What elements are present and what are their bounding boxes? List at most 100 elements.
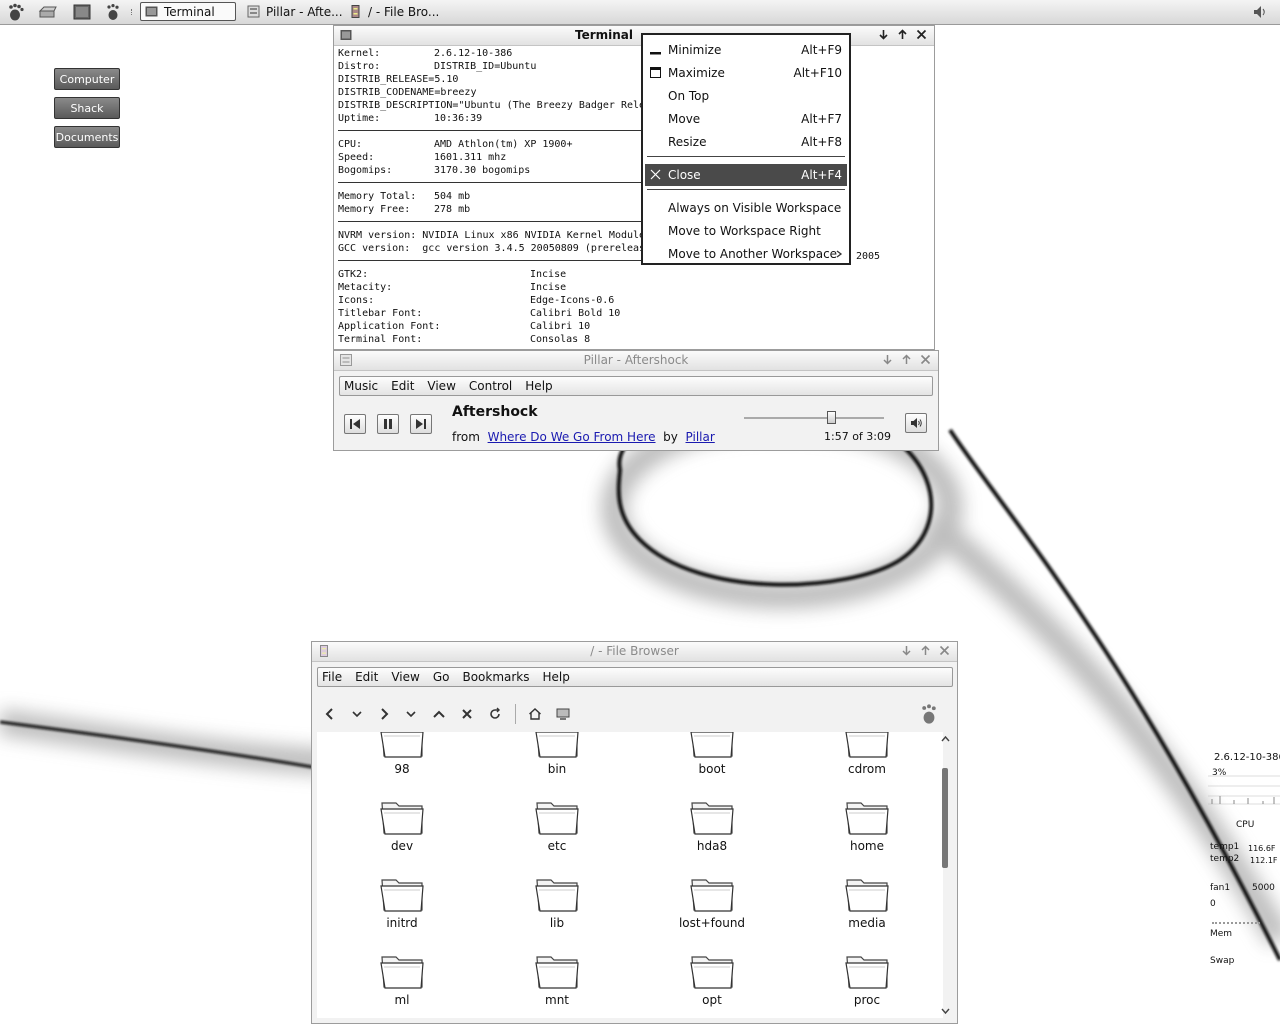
maximize-icon[interactable] — [900, 353, 913, 366]
menu-help[interactable]: Help — [543, 670, 570, 684]
minimize-icon[interactable] — [877, 28, 890, 41]
folder-label: etc — [547, 839, 567, 853]
menu-item-on-top[interactable]: On Top — [645, 85, 847, 107]
terminal-icon — [145, 6, 158, 17]
computer-icon[interactable] — [555, 706, 571, 722]
menu-item-move-to-workspace-right[interactable]: Move to Workspace Right — [645, 220, 847, 242]
back-icon[interactable] — [322, 706, 338, 722]
file-browser-titlebar[interactable]: / - File Browser — [312, 642, 957, 662]
folder-item[interactable]: proc — [807, 951, 927, 1007]
reload-icon[interactable] — [487, 706, 503, 722]
folder-item[interactable]: ml — [342, 951, 462, 1007]
icon-view[interactable]: 98 bin boot cdrom dev etc hda8 home initrd lib los… — [317, 732, 943, 1018]
forward-history-icon[interactable] — [403, 706, 419, 722]
scroll-up-icon[interactable] — [940, 734, 951, 743]
drive-icon[interactable] — [38, 2, 58, 22]
scroll-down-icon[interactable] — [940, 1007, 951, 1016]
folder-item[interactable]: 98 — [342, 732, 462, 776]
stop-icon[interactable] — [459, 706, 475, 722]
terminal-line: Memory Free: 278 mb — [338, 203, 470, 216]
desktop-button-computer[interactable]: Computer — [54, 68, 120, 90]
folder-item[interactable]: media — [807, 874, 927, 930]
menu-edit[interactable]: Edit — [391, 379, 414, 393]
desktop-button-documents[interactable]: Documents — [54, 126, 120, 148]
seek-slider[interactable] — [744, 411, 884, 424]
close-icon[interactable] — [919, 353, 932, 366]
task-rhythmbox[interactable]: Pillar - Afte... — [243, 2, 343, 21]
forward-icon[interactable] — [376, 706, 392, 722]
maximize-icon[interactable] — [896, 28, 909, 41]
terminal-launcher-icon[interactable] — [72, 2, 92, 22]
vertical-scrollbar[interactable] — [940, 734, 951, 1016]
player-titlebar[interactable]: Pillar - Aftershock — [334, 351, 938, 371]
menu-view[interactable]: View — [391, 670, 419, 684]
seek-thumb[interactable] — [826, 411, 836, 424]
folder-icon — [380, 879, 424, 912]
maximize-icon[interactable] — [919, 644, 932, 657]
menu-music[interactable]: Music — [344, 379, 378, 393]
gnome-foot-icon[interactable] — [103, 2, 123, 22]
volume-button[interactable] — [905, 413, 927, 433]
menu-control[interactable]: Control — [469, 379, 512, 393]
menu-item-move-to-another-workspace[interactable]: Move to Another Workspace — [645, 243, 847, 265]
task-label: / - File Bro... — [368, 4, 440, 19]
folder-item[interactable]: cdrom — [807, 732, 927, 776]
folder-item[interactable]: mnt — [497, 951, 617, 1007]
next-button[interactable] — [410, 414, 432, 434]
close-icon[interactable] — [915, 28, 928, 41]
terminal-value: Consolas 8 — [530, 334, 591, 345]
folder-item[interactable]: bin — [497, 732, 617, 776]
desktop-button-shack[interactable]: Shack — [54, 97, 120, 119]
terminal-line: GTK2: Incise — [338, 268, 566, 281]
minimize-icon[interactable] — [900, 644, 913, 657]
up-icon[interactable] — [431, 706, 447, 722]
folder-item[interactable]: initrd — [342, 874, 462, 930]
folder-item[interactable]: hda8 — [652, 797, 772, 853]
gnome-foot-menu-icon[interactable] — [6, 2, 26, 22]
folder-item[interactable]: dev — [342, 797, 462, 853]
home-icon[interactable] — [527, 706, 543, 722]
terminal-key: Icons: — [338, 295, 375, 306]
task-terminal[interactable]: Terminal — [140, 2, 236, 21]
task-file-browser[interactable]: / - File Bro... — [345, 2, 445, 21]
album-link[interactable]: Where Do We Go From Here — [488, 430, 656, 444]
menu-item-move[interactable]: Move Alt+F7 — [645, 108, 847, 130]
folder-item[interactable]: etc — [497, 797, 617, 853]
folder-item[interactable]: home — [807, 797, 927, 853]
menu-separator — [647, 189, 845, 190]
folder-item[interactable]: lost+found — [652, 874, 772, 930]
terminal-key: Speed: — [338, 152, 375, 163]
folder-item[interactable]: boot — [652, 732, 772, 776]
folder-label: home — [849, 839, 885, 853]
folder-item[interactable]: opt — [652, 951, 772, 1007]
menu-file[interactable]: File — [322, 670, 342, 684]
terminal-line: Application Font: Calibri 10 — [338, 320, 590, 333]
minimize-icon[interactable] — [881, 353, 894, 366]
window-title: Pillar - Aftershock — [583, 353, 689, 367]
close-icon[interactable] — [938, 644, 951, 657]
terminal-value: GCC version: gcc version 3.4.5 20050809 … — [338, 243, 646, 254]
menu-help[interactable]: Help — [525, 379, 552, 393]
terminal-line: Titlebar Font: Calibri Bold 10 — [338, 307, 620, 320]
menu-view[interactable]: View — [427, 379, 455, 393]
folder-label: dev — [390, 839, 414, 853]
folder-item[interactable]: lib — [497, 874, 617, 930]
menu-item-resize[interactable]: Resize Alt+F8 — [645, 131, 847, 153]
menu-item-maximize[interactable]: Maximize Alt+F10 — [645, 62, 847, 84]
menu-item-minimize[interactable]: Minimize Alt+F9 — [645, 39, 847, 61]
artist-link[interactable]: Pillar — [686, 430, 715, 444]
menu-item-label: Resize — [668, 135, 707, 149]
back-history-icon[interactable] — [349, 706, 365, 722]
menu-item-always-on-visible-workspace[interactable]: Always on Visible Workspace — [645, 197, 847, 219]
scroll-thumb[interactable] — [942, 768, 948, 868]
menu-item-shortcut: Alt+F4 — [801, 168, 842, 182]
menu-item-label: Always on Visible Workspace — [668, 201, 842, 215]
menu-bookmarks[interactable]: Bookmarks — [462, 670, 529, 684]
terminal-key: Metacity: — [338, 282, 393, 293]
pause-button[interactable] — [377, 414, 399, 434]
volume-icon[interactable] — [1250, 2, 1270, 22]
previous-button[interactable] — [344, 414, 366, 434]
menu-item-close[interactable]: Close Alt+F4 — [645, 164, 847, 186]
menu-edit[interactable]: Edit — [355, 670, 378, 684]
menu-go[interactable]: Go — [433, 670, 450, 684]
